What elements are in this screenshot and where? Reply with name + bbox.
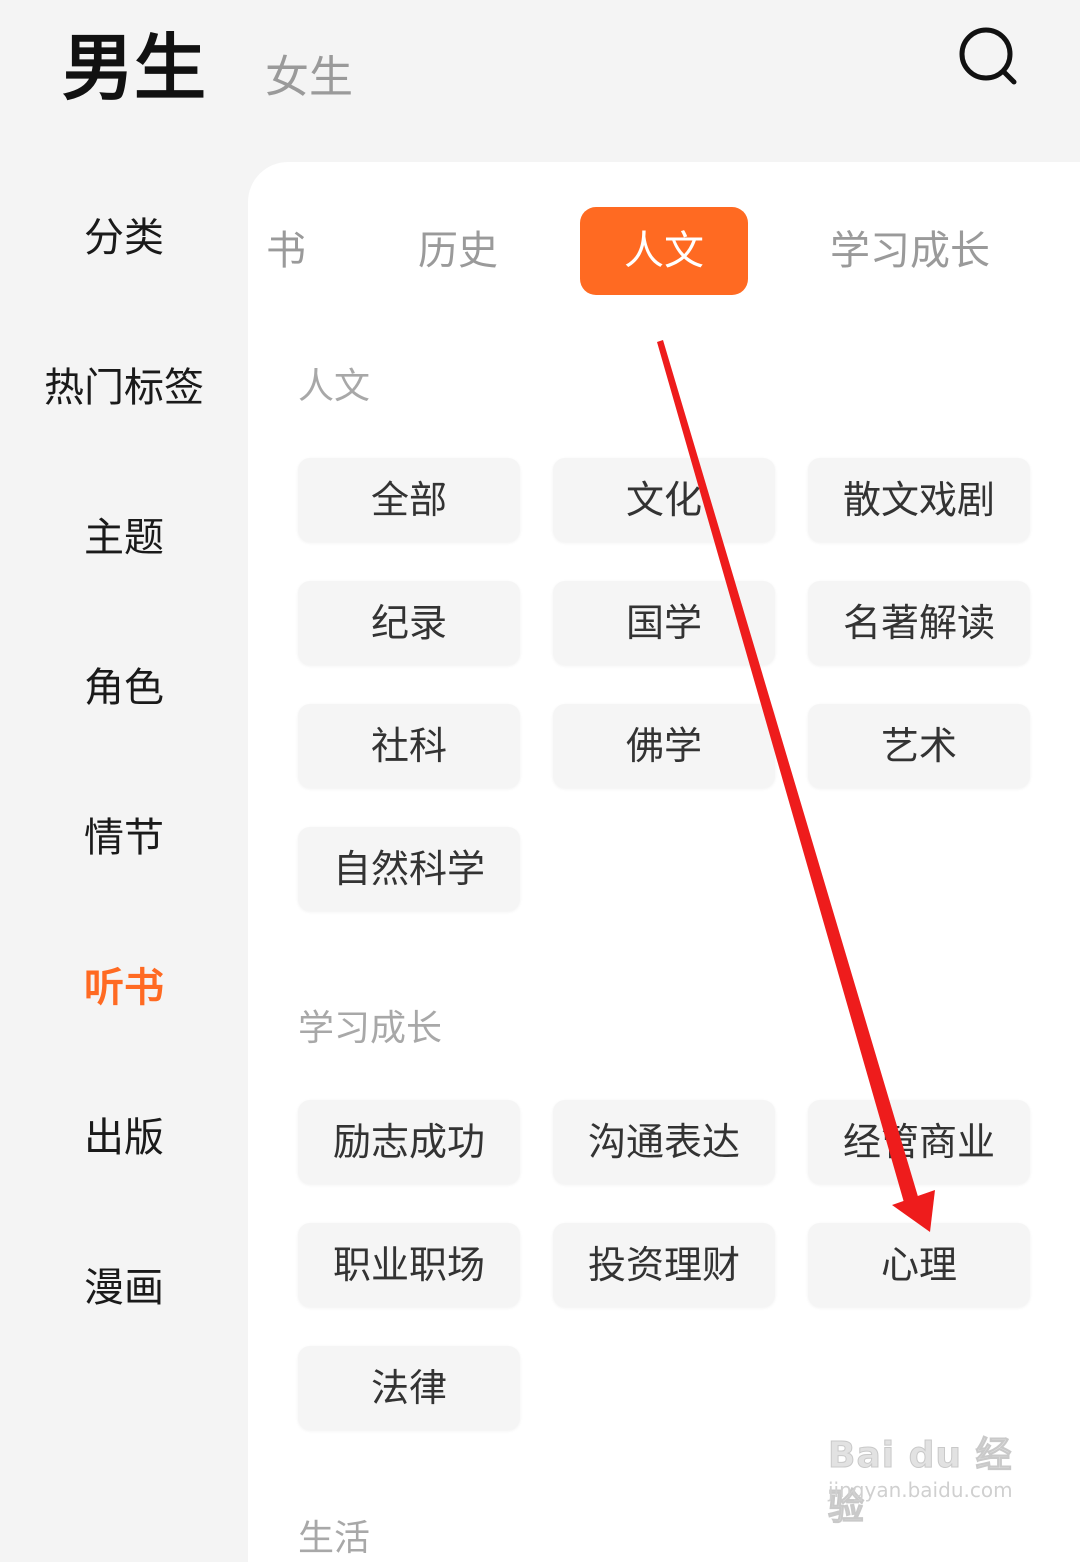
- tab-clipped[interactable]: 书: [248, 207, 306, 295]
- tab-male[interactable]: 男生: [62, 20, 206, 116]
- sidebar-item-hot-tags[interactable]: 热门标签: [0, 360, 248, 416]
- chip[interactable]: 自然科学: [298, 827, 520, 911]
- chip[interactable]: 沟通表达: [553, 1100, 775, 1184]
- sidebar-item-comics[interactable]: 漫画: [0, 1260, 248, 1316]
- chip-psychology[interactable]: 心理: [808, 1223, 1030, 1307]
- sidebar-item-publish[interactable]: 出版: [0, 1110, 248, 1166]
- sidebar-item-theme[interactable]: 主题: [0, 510, 248, 566]
- category-panel: 书 历史 人文 学习成长 人文 全部 文化 散文戏剧 纪录 国学 名著解读 社科…: [248, 162, 1080, 1562]
- sidebar-item-role[interactable]: 角色: [0, 660, 248, 716]
- chip[interactable]: 名著解读: [808, 581, 1030, 665]
- chip[interactable]: 职业职场: [298, 1223, 520, 1307]
- chip[interactable]: 国学: [553, 581, 775, 665]
- baidu-jingyan-watermark: Bai du 经验 jingyan.baidu.com: [828, 1418, 1028, 1529]
- search-icon[interactable]: [956, 24, 1020, 88]
- tab-humanities[interactable]: 人文: [580, 207, 748, 295]
- watermark-sub: jingyan.baidu.com: [828, 1478, 1013, 1502]
- chip[interactable]: 散文戏剧: [808, 458, 1030, 542]
- chip[interactable]: 文化: [553, 458, 775, 542]
- chip[interactable]: 艺术: [808, 704, 1030, 788]
- chip[interactable]: 经管商业: [808, 1100, 1030, 1184]
- chip[interactable]: 励志成功: [298, 1100, 520, 1184]
- chip[interactable]: 法律: [298, 1346, 520, 1430]
- section-title-life: 生活: [298, 1518, 371, 1559]
- chip[interactable]: 佛学: [553, 704, 775, 788]
- tab-learning-growth[interactable]: 学习成长: [808, 207, 1012, 295]
- chip[interactable]: 全部: [298, 458, 520, 542]
- sidebar-item-category[interactable]: 分类: [0, 210, 248, 266]
- sidebar-item-audiobook[interactable]: 听书: [0, 960, 248, 1016]
- section-title-humanities: 人文: [298, 366, 371, 407]
- tab-history[interactable]: 历史: [388, 207, 528, 295]
- tab-female[interactable]: 女生: [265, 48, 353, 108]
- section-title-learning-growth: 学习成长: [298, 1008, 443, 1049]
- chip[interactable]: 社科: [298, 704, 520, 788]
- chip[interactable]: 投资理财: [553, 1223, 775, 1307]
- chip[interactable]: 纪录: [298, 581, 520, 665]
- sidebar-item-plot[interactable]: 情节: [0, 810, 248, 866]
